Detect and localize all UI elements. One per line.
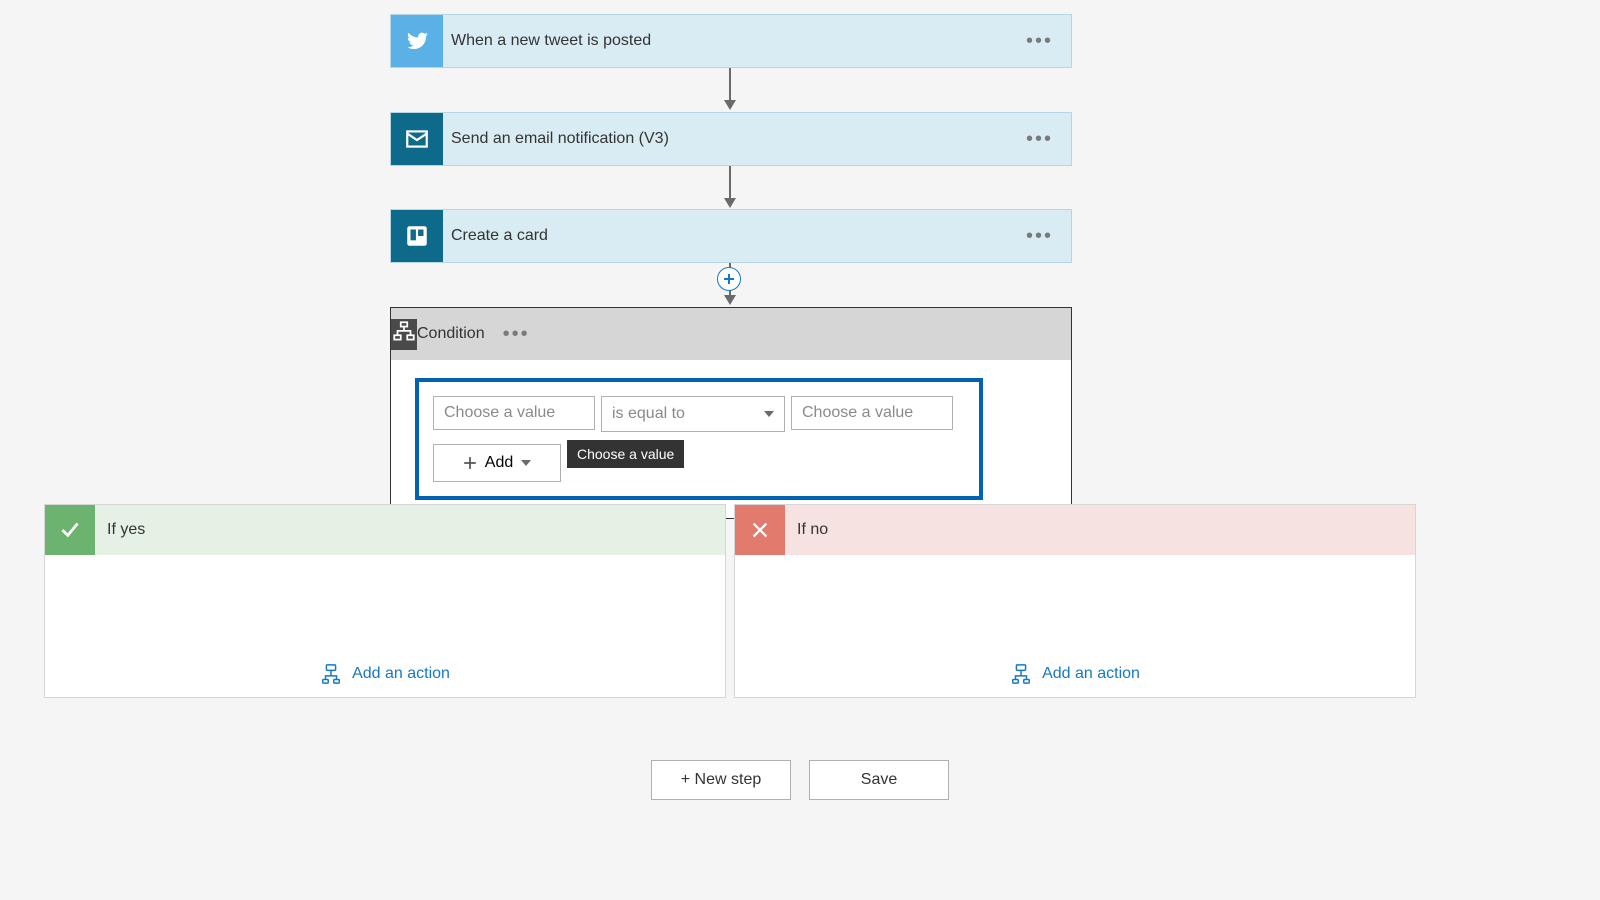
condition-body: is equal to Add Choose a value (391, 360, 1071, 518)
condition-operator-select[interactable]: is equal to (601, 396, 785, 432)
step-more-button[interactable]: ••• (1008, 230, 1071, 242)
connector-arrow (729, 166, 730, 208)
step-send-email[interactable]: Send an email notification (V3) ••• (390, 112, 1072, 166)
choose-value-tooltip: Choose a value (567, 440, 684, 468)
close-icon (735, 505, 785, 555)
add-action-label: Add an action (352, 665, 450, 683)
branch-yes-label: If yes (95, 521, 145, 539)
add-label: Add (485, 454, 513, 472)
add-action-icon (320, 663, 342, 685)
check-icon (45, 505, 95, 555)
branch-yes: If yes Add an action (44, 504, 726, 698)
step-more-button[interactable]: ••• (1008, 133, 1071, 145)
chevron-down-icon (521, 460, 531, 466)
step-twitter-trigger[interactable]: When a new tweet is posted ••• (390, 14, 1072, 68)
insert-step-button[interactable] (717, 267, 741, 291)
branch-no-add-action[interactable]: Add an action (1010, 663, 1140, 685)
condition-header[interactable]: Condition ••• (391, 308, 1071, 360)
condition-more-button[interactable]: ••• (485, 328, 548, 340)
condition-title: Condition (417, 325, 485, 343)
condition-icon (391, 319, 417, 350)
condition-card[interactable]: Condition ••• is equal to Add Ch (390, 307, 1072, 519)
connector-arrow (729, 68, 730, 110)
condition-left-value-input[interactable] (433, 396, 595, 430)
chevron-down-icon (764, 411, 774, 417)
step-label: When a new tweet is posted (443, 32, 1008, 50)
add-action-label: Add an action (1042, 665, 1140, 683)
add-action-icon (1010, 663, 1032, 685)
condition-add-row-button[interactable]: Add (433, 444, 561, 482)
branch-yes-header[interactable]: If yes (45, 505, 725, 555)
step-label: Create a card (443, 227, 1008, 245)
mail-icon (391, 113, 443, 165)
twitter-icon (391, 15, 443, 67)
step-label: Send an email notification (V3) (443, 130, 1008, 148)
footer-bar: + New step Save (0, 760, 1600, 800)
new-step-button[interactable]: + New step (651, 760, 791, 800)
condition-right-value-input[interactable] (791, 396, 953, 430)
step-more-button[interactable]: ••• (1008, 35, 1071, 47)
branch-no: If no Add an action (734, 504, 1416, 698)
branch-no-header[interactable]: If no (735, 505, 1415, 555)
operator-label: is equal to (612, 405, 685, 423)
branch-yes-add-action[interactable]: Add an action (320, 663, 450, 685)
save-button[interactable]: Save (809, 760, 949, 800)
expression-group: is equal to Add Choose a value (415, 378, 983, 500)
branch-no-label: If no (785, 521, 828, 539)
trello-icon (391, 210, 443, 262)
flow-canvas: When a new tweet is posted ••• Send an e… (0, 0, 1600, 900)
step-create-card[interactable]: Create a card ••• (390, 209, 1072, 263)
